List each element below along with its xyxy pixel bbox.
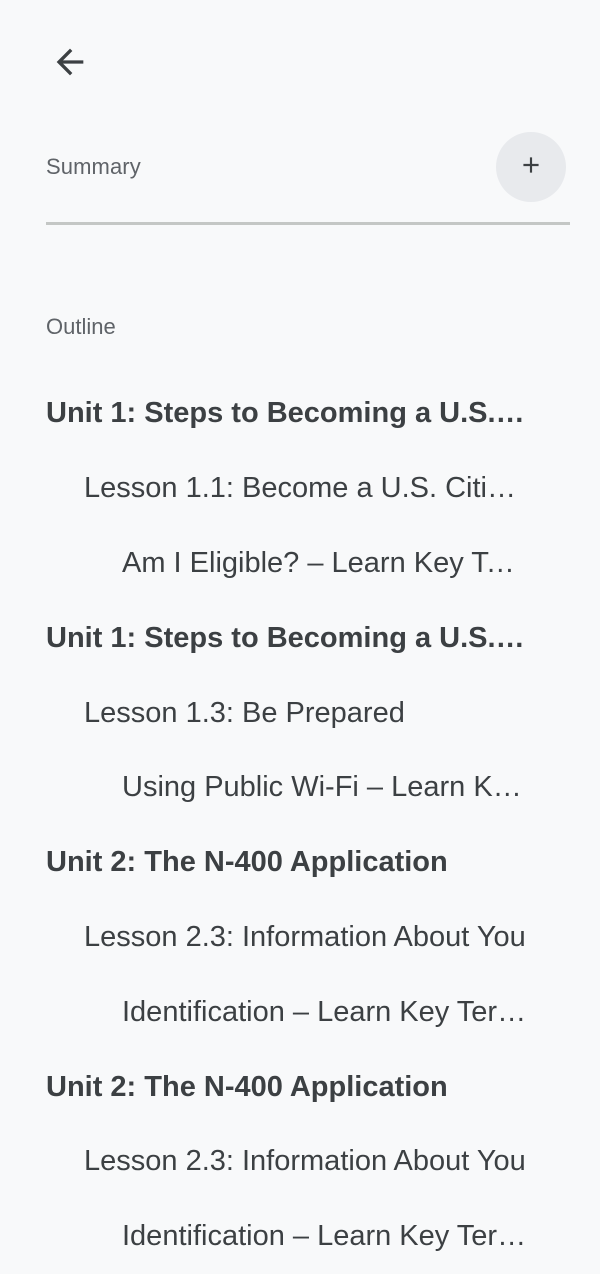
outline-item-subheading[interactable]: Lesson 1.3: Be Prepared bbox=[0, 675, 600, 750]
outline-item-text: Lesson 1.1: Become a U.S. Citizen bbox=[84, 472, 530, 505]
outline-item-text: Lesson 1.3: Be Prepared bbox=[84, 696, 405, 729]
outline-list: Unit 1: Steps to Becoming a U.S. Citizen… bbox=[0, 376, 600, 1274]
outline-item-text: Unit 1: Steps to Becoming a U.S. Citizen bbox=[46, 621, 530, 654]
outline-item-text: Unit 2: The N-400 Application bbox=[46, 1070, 448, 1103]
outline-item-subheading[interactable]: Lesson 2.3: Information About You bbox=[0, 900, 600, 975]
outline-item-subheading[interactable]: Lesson 2.3: Information About You bbox=[0, 1124, 600, 1199]
outline-item-text: Identification – Learn Key Terms bbox=[122, 995, 530, 1028]
back-button[interactable] bbox=[44, 36, 96, 88]
summary-label: Summary bbox=[46, 154, 141, 179]
outline-label: Outline bbox=[46, 314, 116, 339]
summary-section: Summary bbox=[46, 130, 570, 204]
outline-item-heading[interactable]: Unit 1: Steps to Becoming a U.S. Citizen bbox=[0, 376, 600, 451]
outline-item-subsubheading[interactable]: Am I Eligible? – Learn Key Terms bbox=[0, 526, 600, 601]
outline-item-heading[interactable]: Unit 2: The N-400 Application bbox=[0, 825, 600, 900]
add-summary-button[interactable] bbox=[496, 132, 566, 202]
outline-item-subsubheading[interactable]: Identification – Learn Key Terms bbox=[0, 1199, 600, 1274]
outline-item-text: Using Public Wi-Fi – Learn Key Terms bbox=[122, 771, 530, 804]
outline-item-text: Lesson 2.3: Information About You bbox=[84, 920, 526, 953]
outline-item-text: Identification – Learn Key Terms bbox=[122, 1220, 530, 1253]
outline-item-heading[interactable]: Unit 2: The N-400 Application bbox=[0, 1049, 600, 1124]
outline-item-subsubheading[interactable]: Identification – Learn Key Terms bbox=[0, 974, 600, 1049]
outline-item-text: Am I Eligible? – Learn Key Terms bbox=[122, 546, 530, 579]
outline-item-heading[interactable]: Unit 1: Steps to Becoming a U.S. Citizen bbox=[0, 600, 600, 675]
outline-item-subsubheading[interactable]: Using Public Wi-Fi – Learn Key Terms bbox=[0, 750, 600, 825]
arrow-left-icon bbox=[50, 42, 90, 82]
summary-divider bbox=[46, 222, 570, 225]
plus-icon bbox=[518, 152, 544, 183]
outline-item-text: Unit 2: The N-400 Application bbox=[46, 846, 448, 879]
outline-item-text: Lesson 2.3: Information About You bbox=[84, 1145, 526, 1178]
outline-item-text: Unit 1: Steps to Becoming a U.S. Citizen bbox=[46, 397, 530, 430]
outline-item-subheading[interactable]: Lesson 1.1: Become a U.S. Citizen bbox=[0, 451, 600, 526]
